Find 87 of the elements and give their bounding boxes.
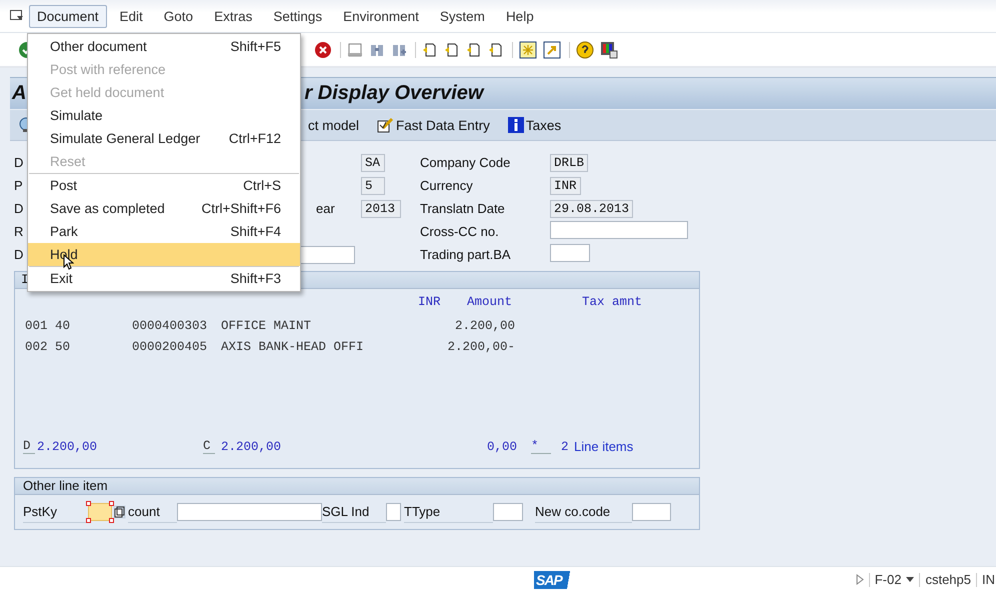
debit-label: D — [23, 439, 35, 454]
input-field[interactable] — [386, 503, 401, 521]
menu-item[interactable]: System — [432, 4, 493, 28]
table-cell-text: 2.200,00- — [446, 340, 515, 354]
server-name: cstehp5 — [925, 572, 971, 587]
field-label: Company Code — [420, 155, 510, 170]
input-field[interactable] — [632, 503, 671, 521]
debit-total: 2.200,00 — [37, 440, 98, 454]
page-icon[interactable] — [422, 42, 438, 58]
toolbar-button[interactable]: Fast Data Entry — [373, 117, 494, 133]
table-cell-text: 002 — [25, 340, 49, 354]
menu-item[interactable]: Edit — [112, 4, 151, 28]
input-field[interactable] — [300, 246, 355, 264]
display-field: DRLB — [550, 154, 588, 172]
menu-item[interactable]: Exit Shift+F3 — [28, 267, 300, 290]
menu-item[interactable]: Environment — [335, 4, 427, 28]
table-cell-text: 0000200405 — [132, 340, 208, 354]
table-cell-text: 50 — [55, 340, 72, 354]
table-cell-text: 001 — [25, 318, 49, 332]
display-field: INR — [550, 176, 581, 194]
input-field[interactable] — [88, 503, 112, 521]
balance-flag: * — [531, 439, 551, 454]
menu-item[interactable]: Hold — [28, 243, 300, 266]
new-session-icon[interactable] — [519, 40, 537, 58]
credit-total: 2.200,00 — [221, 440, 282, 454]
screen-title: r Display Overview — [304, 82, 484, 105]
help-icon[interactable] — [576, 40, 594, 58]
input-field[interactable] — [550, 244, 590, 262]
cancel-icon[interactable] — [314, 40, 332, 58]
menu-item[interactable]: Settings — [265, 4, 330, 28]
column-header: Amount — [467, 295, 514, 311]
input-field[interactable] — [493, 503, 523, 521]
menu-item[interactable]: Other document Shift+F5 — [28, 35, 300, 58]
field-label: D — [14, 201, 24, 216]
display-field: 5 — [361, 176, 385, 194]
menu-item[interactable]: Simulate — [28, 104, 300, 127]
column-header: Tax amnt — [582, 295, 642, 311]
field-label: Cross-CC no. — [420, 224, 499, 239]
field-label: Currency — [420, 178, 473, 193]
copy-icon[interactable] — [113, 505, 126, 519]
item-count: 2 — [561, 440, 570, 454]
menu-item[interactable]: Help — [498, 4, 542, 28]
field-label: P — [14, 178, 23, 193]
layout-icon[interactable] — [600, 40, 618, 58]
page-icon[interactable] — [488, 42, 504, 58]
menu-item[interactable]: Post Ctrl+S — [28, 174, 300, 197]
field-label: D — [14, 155, 24, 170]
dropdown-icon[interactable] — [906, 577, 914, 582]
table-cell-text: 40 — [55, 318, 72, 332]
menu-item[interactable]: Extras — [206, 4, 260, 28]
print-icon[interactable] — [347, 42, 363, 58]
screen-title: A — [12, 82, 26, 105]
field-label: Trading part.BA — [420, 247, 511, 262]
input-field[interactable] — [177, 503, 322, 521]
menu-item[interactable]: Park Shift+F4 — [28, 220, 300, 243]
table-cell-text: OFFICE MAINT — [221, 318, 312, 332]
page-icon[interactable] — [466, 42, 482, 58]
menu-item[interactable]: Save as completed Ctrl+Shift+F6 — [28, 197, 300, 220]
column-header: INR — [418, 295, 442, 311]
input-mode: IN — [982, 572, 995, 587]
toolbar-button[interactable]: ct model — [304, 118, 364, 132]
input-field[interactable] — [550, 221, 688, 239]
table-cell-text: 0000400303 — [132, 318, 208, 332]
shortcut-icon[interactable] — [543, 40, 561, 58]
display-field: 29.08.2013 — [550, 200, 634, 218]
menu-item[interactable]: Simulate General Ledger Ctrl+F12 — [28, 127, 300, 150]
info-icon — [508, 117, 524, 133]
field-label: ear — [315, 201, 335, 216]
transaction-code: F-02 — [874, 572, 902, 587]
menu-item[interactable]: Document — [29, 4, 107, 28]
toolbar-button[interactable]: Taxes — [504, 117, 566, 133]
table-cell-text: 2.200,00 — [454, 318, 515, 332]
menu-item[interactable]: Goto — [156, 4, 202, 28]
display-field: SA — [361, 154, 385, 172]
expand-icon[interactable] — [856, 574, 864, 585]
window-icon[interactable] — [10, 10, 24, 22]
credit-label: C — [203, 439, 215, 454]
field-label: Translatn Date — [420, 201, 505, 216]
page-icon[interactable] — [444, 42, 460, 58]
edit-icon — [377, 117, 394, 133]
display-field: 2013 — [361, 200, 401, 218]
table-cell-text: AXIS BANK-HEAD OFFI — [221, 340, 365, 354]
field-label: R — [14, 224, 24, 239]
panel-title: Other line item — [23, 478, 108, 493]
item-count-label: Line items — [574, 439, 634, 454]
balance: 0,00 — [486, 440, 517, 454]
field-label: D — [14, 247, 24, 262]
